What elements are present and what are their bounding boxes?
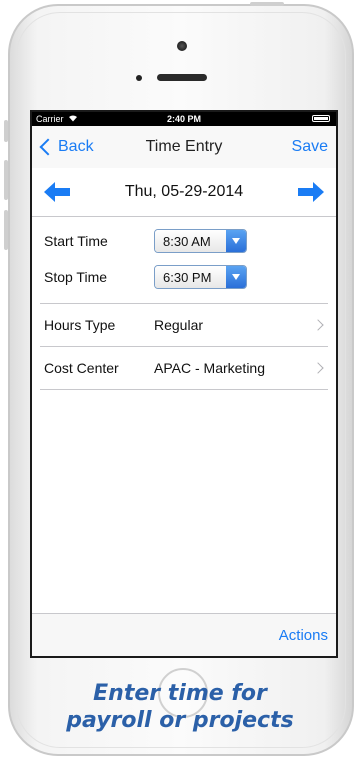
save-button[interactable]: Save	[292, 138, 328, 156]
actions-button[interactable]: Actions	[279, 627, 328, 644]
chevron-right-icon	[312, 362, 324, 374]
back-label: Back	[58, 138, 94, 155]
start-time-picker[interactable]: 8:30 AM	[154, 229, 247, 253]
hours-type-row[interactable]: Hours Type Regular	[40, 304, 328, 347]
time-fields: Start Time 8:30 AM Stop Time 6:30 PM	[40, 217, 328, 304]
cost-center-row[interactable]: Cost Center APAC - Marketing	[40, 347, 328, 390]
cost-center-value: APAC - Marketing	[154, 360, 265, 376]
bottom-toolbar: Actions	[32, 613, 336, 656]
caption-line-2: payroll or projects	[66, 708, 294, 733]
volume-down-button	[4, 210, 8, 250]
start-time-label: Start Time	[44, 233, 108, 249]
back-button[interactable]: Back	[32, 138, 94, 156]
speaker-grille	[157, 74, 207, 81]
stop-time-picker[interactable]: 6:30 PM	[154, 265, 247, 289]
start-time-value: 8:30 AM	[155, 230, 226, 252]
dropdown-arrow-icon	[226, 230, 246, 252]
mute-switch	[4, 120, 8, 142]
cost-center-label: Cost Center	[44, 360, 119, 376]
stop-time-row: Stop Time 6:30 PM	[40, 259, 328, 295]
arrow-right-icon[interactable]	[296, 180, 326, 204]
hours-type-value: Regular	[154, 317, 204, 333]
battery-icon	[312, 115, 330, 122]
status-time: 2:40 PM	[166, 114, 201, 124]
volume-up-button	[4, 160, 8, 200]
hours-type-label: Hours Type	[44, 317, 116, 333]
chevron-left-icon	[39, 138, 57, 156]
marketing-caption: Enter time for payroll or projects	[0, 680, 360, 734]
stop-time-label: Stop Time	[44, 269, 108, 285]
caption-line-1: Enter time for	[93, 681, 267, 706]
chevron-right-icon	[312, 319, 324, 331]
current-date: Thu, 05-29-2014	[124, 183, 244, 200]
camera-icon	[177, 41, 187, 51]
app-screen: Carrier 2:40 PM Back Time Entry Save Thu…	[30, 110, 338, 658]
status-bar: Carrier 2:40 PM	[32, 112, 336, 126]
arrow-left-icon[interactable]	[42, 180, 72, 204]
start-time-row: Start Time 8:30 AM	[40, 223, 328, 259]
stop-time-value: 6:30 PM	[155, 266, 226, 288]
navigation-bar: Back Time Entry Save	[32, 126, 336, 168]
power-button	[250, 2, 284, 6]
proximity-sensor	[136, 75, 142, 81]
date-navigator: Thu, 05-29-2014	[32, 168, 336, 217]
dropdown-arrow-icon	[226, 266, 246, 288]
